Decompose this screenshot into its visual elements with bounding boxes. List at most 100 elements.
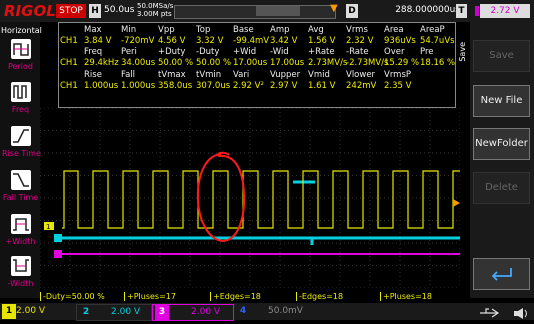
measurement-value: 3.32 V	[196, 36, 224, 46]
measurement-name: Area	[384, 25, 404, 35]
measurement-channel-label: CH1	[60, 58, 78, 68]
measurement-value: 307.0us	[196, 81, 231, 91]
measurement-value: 3.84 V	[84, 36, 112, 46]
measurement-value-row: CH1 3.84 V -720mV 4.56 V 3.32 V -99.4mV 3.42 V…	[0, 36, 460, 46]
measurement-name: tVmin	[196, 70, 222, 80]
measurement-name: tVmax	[158, 70, 186, 80]
measurement-name: Max	[84, 25, 102, 35]
trigger-position-marker-icon: ▼	[330, 3, 338, 14]
save-button[interactable]: Save	[473, 40, 530, 72]
measurement-value: 2.92 V²	[233, 81, 264, 91]
measurement-value: 34.00us	[121, 58, 156, 68]
measurement-value: 17.00us	[270, 58, 305, 68]
measurement-value: 2.32 V	[346, 36, 374, 46]
measurement-name: Vlower	[346, 70, 376, 80]
measurement-name: Vrms	[346, 25, 368, 35]
sidebar-item-label: +Width	[5, 237, 36, 246]
sidebar-item-fall-time[interactable]: Fall Time	[2, 170, 39, 210]
measurement-value: 15.29 %	[384, 58, 420, 68]
sidebar-item-rise-time[interactable]: Rise Time	[2, 126, 41, 166]
stat-negative-edges: -Edges=18	[296, 292, 343, 301]
rise-time-icon	[11, 126, 31, 146]
channel-3-number: 3	[155, 305, 169, 320]
channel-3-settings[interactable]: 3 2.00 V	[152, 304, 234, 321]
trigger-level-value[interactable]: 2.72 V	[480, 4, 530, 18]
statistics-row: -Duty=50.00 % +Pluses=17 +Edges=18 -Edge…	[40, 292, 460, 302]
channel-2-number: 2	[82, 307, 90, 317]
memory-view-window	[256, 6, 300, 16]
sidebar-item-positive-width[interactable]: +Width	[2, 214, 39, 254]
run-stop-status[interactable]: STOP	[56, 4, 86, 18]
channel-2-trace	[62, 236, 460, 245]
delete-button[interactable]: Delete	[473, 172, 530, 204]
measurement-value: 936uVs	[384, 36, 416, 46]
measurement-name: Base	[233, 25, 254, 35]
new-file-button[interactable]: New File	[473, 85, 530, 117]
sidebar-item-label: Rise Time	[2, 149, 41, 158]
measurement-value: 29.4kHz	[84, 58, 119, 68]
channel-2-scale: 2.00 V	[111, 307, 141, 317]
fall-time-icon	[11, 170, 31, 190]
measurement-name: Pre	[420, 47, 434, 57]
waveform-display[interactable]: 1	[40, 108, 460, 288]
measurement-value: 2.35 V	[384, 81, 412, 91]
measurement-channel-label: CH1	[60, 81, 78, 91]
measurement-value: 1.000us	[84, 81, 119, 91]
channel-4-scale: 50.0mV	[268, 306, 303, 316]
channel-1-trace	[62, 170, 460, 229]
measurement-value: 358.0us	[158, 81, 193, 91]
negative-width-icon	[11, 256, 31, 276]
channel-2-marker	[54, 234, 62, 242]
measurement-name: Top	[196, 25, 211, 35]
measurement-value: 4.56 V	[158, 36, 186, 46]
measurement-header-row: Max Min Vpp Top Base Amp Avg Vrms Area AreaP	[0, 25, 460, 35]
measurement-value: 17.00us	[233, 58, 268, 68]
horizontal-delay-value[interactable]: 288.000000us	[360, 5, 460, 15]
sidebar-item-label: Freq	[11, 105, 30, 114]
channel-1-number: 1	[2, 304, 16, 319]
measurement-value-row: CH1 29.4kHz 34.00us 50.00 % 50.00 % 17.00us 17…	[0, 58, 460, 68]
graticule	[40, 108, 460, 288]
stat-positive-pulses-2: +Pluses=18	[380, 292, 432, 301]
brand-logo: RIGOL	[4, 2, 56, 20]
measurement-value: 50.00 %	[196, 58, 232, 68]
channel-3-scale: 2.00 V	[191, 307, 221, 317]
memory-waveform-strip	[174, 5, 336, 19]
trigger-label: T	[456, 4, 467, 18]
new-folder-button[interactable]: NewFolder	[473, 128, 530, 160]
channel-1-scale: 2.00 V	[16, 306, 46, 316]
measurement-channel-label: CH1	[60, 36, 78, 46]
usb-icon	[478, 305, 508, 318]
positive-width-icon	[11, 214, 31, 234]
measurement-name: Freq	[84, 47, 103, 57]
stat-positive-edges: +Edges=18	[210, 292, 261, 301]
channel-1-settings[interactable]: 1 2.00 V	[0, 304, 74, 319]
measurement-value-row: CH1 1.000us 1.000us 358.0us 307.0us 2.92 V² 2.…	[0, 81, 460, 91]
measurement-name: Peri	[121, 47, 137, 57]
menu-tab-save: Save	[458, 42, 467, 62]
sample-rate-value: 50.0MSa/s	[137, 2, 174, 10]
measurement-name: Vari	[233, 70, 250, 80]
channel-2-settings[interactable]: 2 2.00 V	[76, 304, 152, 321]
channel-4-settings[interactable]: 4 50.0mV	[234, 304, 308, 319]
return-button[interactable]	[473, 258, 530, 290]
speaker-icon	[512, 305, 532, 319]
sidebar-item-negative-width[interactable]: -Width	[2, 256, 39, 296]
channel-3-marker	[54, 250, 62, 258]
sample-rate: 50.0MSa/s 3.00M pts	[137, 2, 173, 18]
channel-1-marker-label: 1	[46, 223, 50, 231]
measurement-value: 54.7uVs	[420, 36, 455, 46]
sidebar-item-label: Fall Time	[2, 193, 39, 202]
memory-depth-value: 3.00M pts	[137, 10, 172, 18]
delay-label: D	[346, 4, 358, 18]
measurement-name: Over	[384, 47, 405, 57]
measurement-value: 1.61 V	[308, 81, 336, 91]
measurement-name: Rise	[84, 70, 102, 80]
measurement-value: 2.97 V	[270, 81, 298, 91]
measurement-value: 3.42 V	[270, 36, 298, 46]
timebase-value[interactable]: 50.0us	[104, 5, 134, 15]
return-arrow-icon	[491, 268, 512, 281]
measurement-name: +Rate	[308, 47, 335, 57]
trigger-level-marker-icon	[453, 199, 460, 207]
horizontal-label: H	[89, 4, 101, 18]
